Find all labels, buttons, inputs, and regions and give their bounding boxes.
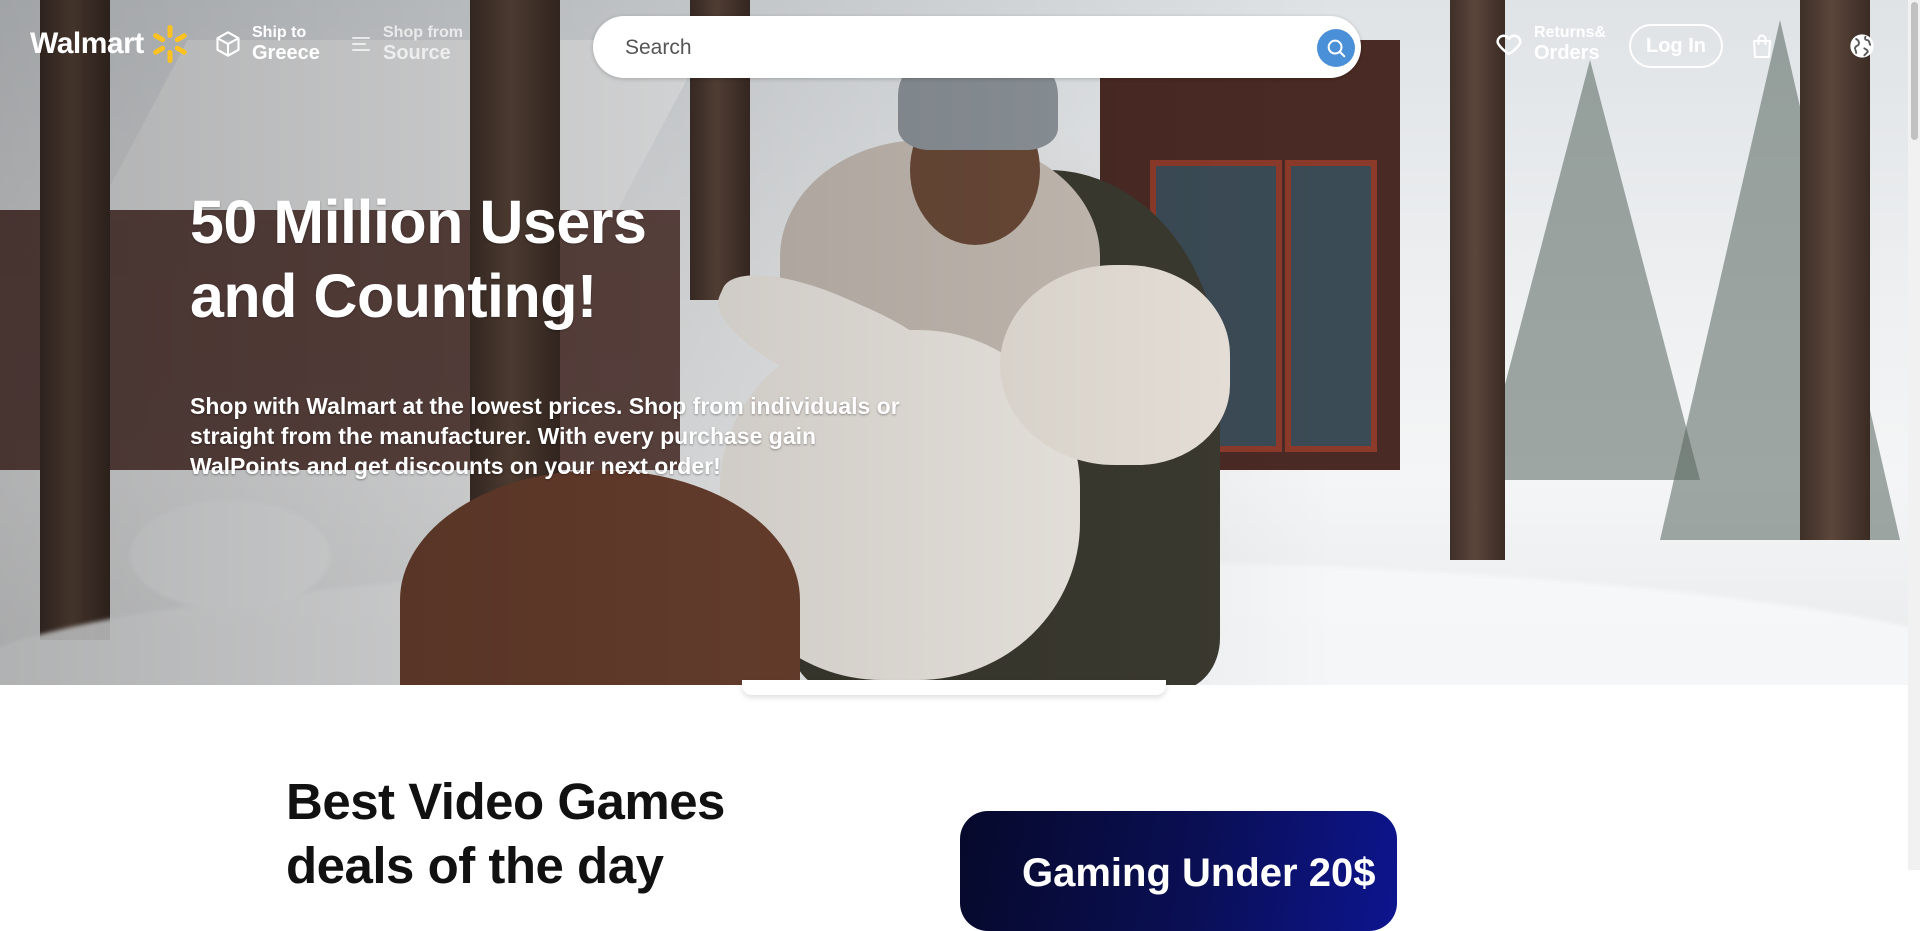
ship-to-value: Greece: [252, 42, 320, 64]
gaming-promo-card[interactable]: Gaming Under 20$: [960, 811, 1397, 931]
scrollbar[interactable]: [1908, 0, 1920, 870]
spark-icon: [152, 25, 187, 63]
globe-icon: [1850, 34, 1874, 58]
heart-icon: [1496, 34, 1522, 56]
hero-banner: 50 Million Users and Counting! Shop with…: [0, 0, 1908, 685]
ship-to-selector[interactable]: Ship to Greece: [214, 24, 320, 64]
returns-orders-link[interactable]: Returns& Orders: [1494, 24, 1606, 64]
search-icon: [1327, 39, 1346, 58]
login-button[interactable]: Log In: [1629, 24, 1723, 68]
box-icon: [216, 31, 240, 57]
shopping-bag-icon: [1753, 34, 1771, 58]
scrollbar-thumb[interactable]: [1911, 2, 1918, 140]
hero-title: 50 Million Users and Counting!: [190, 188, 647, 330]
search-input[interactable]: [623, 16, 1287, 80]
walmart-logo[interactable]: Walmart: [30, 24, 190, 64]
returns-label: Returns&: [1534, 24, 1607, 41]
language-button[interactable]: [1848, 32, 1876, 65]
search-bar: [593, 16, 1361, 80]
promo-label: Gaming Under 20$: [1022, 851, 1376, 895]
top-header: Walmart Ship to Greece Shop from Source …: [0, 0, 1908, 95]
section-title: Best Video Games deals of the day: [286, 773, 725, 894]
hero-description: Shop with Walmart at the lowest prices. …: [190, 393, 900, 479]
cart-button[interactable]: [1750, 33, 1774, 64]
hero-tab: [742, 680, 1166, 695]
shop-from-selector[interactable]: Shop from Source: [349, 24, 463, 64]
orders-label: Orders: [1534, 42, 1600, 64]
ship-to-label: Ship to: [252, 24, 307, 41]
shop-from-label: Shop from: [383, 24, 463, 41]
logo-text: Walmart: [30, 27, 144, 60]
hero-overlay: [0, 0, 1908, 685]
search-button[interactable]: [1317, 29, 1355, 67]
menu-icon: [352, 37, 370, 51]
shop-from-value: Source: [383, 42, 451, 64]
